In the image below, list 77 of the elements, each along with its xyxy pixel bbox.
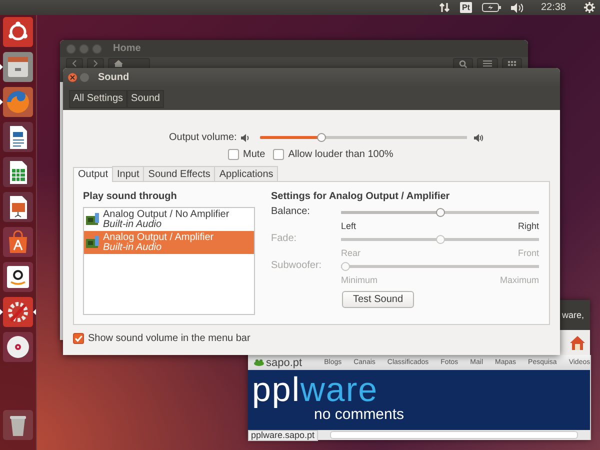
slider-max-label: Right — [518, 221, 539, 231]
chevron-right-icon — [93, 60, 98, 67]
horizontal-scrollbar[interactable] — [330, 431, 578, 439]
site-tagline: no comments — [314, 407, 404, 422]
back-button[interactable] — [66, 58, 83, 68]
window-title: Home — [113, 43, 141, 54]
keyboard-layout-indicator[interactable]: Pt — [460, 2, 472, 13]
device-description: Built-in Audio — [103, 242, 162, 252]
slider-thumb[interactable] — [436, 235, 444, 244]
checkbox[interactable] — [228, 149, 239, 160]
slider-min-label: Minimum — [341, 275, 378, 285]
checkbox[interactable] — [73, 333, 84, 344]
spreadsheet-icon[interactable] — [3, 157, 33, 187]
battery-icon[interactable] — [482, 3, 501, 12]
trash-icon[interactable] — [3, 410, 33, 440]
slider-min-label: Rear — [341, 248, 361, 258]
chevron-left-icon — [72, 60, 77, 67]
slider-label: Subwoofer: — [271, 260, 323, 271]
tab[interactable]: Output — [73, 167, 114, 182]
document-icon[interactable] — [3, 122, 33, 152]
grid-icon — [508, 61, 516, 66]
device-description: Built-in Audio — [103, 220, 162, 230]
slider-max-label: Front — [518, 248, 539, 258]
slider-thumb[interactable] — [341, 262, 350, 271]
slider-label: Balance: — [271, 206, 311, 217]
tab[interactable]: Applications — [214, 166, 278, 181]
device-name: Analog Output / Amplifier — [103, 232, 214, 242]
frog-logo-icon — [254, 359, 264, 366]
presentation-icon[interactable] — [3, 192, 33, 222]
section-heading: Play sound through — [83, 191, 178, 202]
checkbox-label: Show sound volume in the menu bar — [88, 333, 250, 344]
site-logo[interactable]: pplware — [252, 373, 378, 407]
slider-track[interactable] — [341, 262, 539, 271]
page-title-fragment: ware, — [562, 310, 584, 320]
close-button[interactable] — [68, 73, 77, 82]
slider-max-label: Maximum — [500, 275, 539, 285]
list-view-button[interactable] — [477, 58, 498, 68]
gear-wrench-icon[interactable] — [3, 297, 33, 327]
slider-thumb[interactable] — [436, 208, 444, 217]
home-icon[interactable] — [570, 336, 585, 350]
dash-icon[interactable] — [3, 17, 33, 47]
volume-label: Output volume: — [169, 132, 237, 143]
status-url: pplware.sapo.pt — [248, 430, 318, 440]
tab[interactable]: Sound Effects — [143, 166, 216, 181]
path-button[interactable] — [108, 58, 150, 68]
clock[interactable]: 22:38 — [540, 2, 566, 13]
volume-low-icon — [240, 134, 250, 142]
device-item[interactable]: Analog Output / No Amplifier Built-in Audio — [84, 208, 254, 231]
list-icon — [483, 60, 492, 67]
checkbox-label: Mute — [243, 149, 266, 160]
site-name[interactable]: sapo.pt — [266, 356, 302, 368]
section-heading: Settings for Analog Output / Amplifier — [271, 191, 451, 202]
checkbox-label: Allow louder than 100% — [288, 149, 394, 160]
tab[interactable]: Input — [112, 166, 144, 181]
volume-high-icon — [474, 134, 484, 142]
volume-icon[interactable] — [510, 2, 523, 12]
search-button[interactable] — [453, 58, 473, 68]
slider-label: Fade: — [271, 233, 298, 244]
checkbox[interactable] — [273, 149, 284, 160]
sound-card-icon — [86, 236, 100, 249]
slider-thumb[interactable] — [317, 133, 326, 142]
forward-button[interactable] — [87, 58, 104, 68]
search-icon — [459, 60, 467, 68]
breadcrumb-button[interactable]: Sound — [127, 90, 164, 108]
breadcrumb-button[interactable]: All Settings — [69, 90, 128, 108]
slider-min-label: Left — [341, 221, 356, 231]
grid-view-button[interactable] — [502, 58, 522, 68]
file-drawer-icon[interactable] — [3, 52, 33, 82]
test-sound-button[interactable]: Test Sound — [342, 291, 414, 308]
device-name: Analog Output / No Amplifier — [103, 210, 230, 220]
home-icon — [114, 60, 123, 67]
vertical-scrollbar[interactable] — [590, 355, 592, 440]
sound-card-icon — [86, 213, 100, 226]
window-title: Sound — [98, 72, 130, 83]
network-arrows-icon[interactable] — [438, 2, 450, 13]
settings-gear-icon[interactable] — [584, 2, 595, 13]
shopping-bag-icon[interactable] — [3, 227, 33, 257]
